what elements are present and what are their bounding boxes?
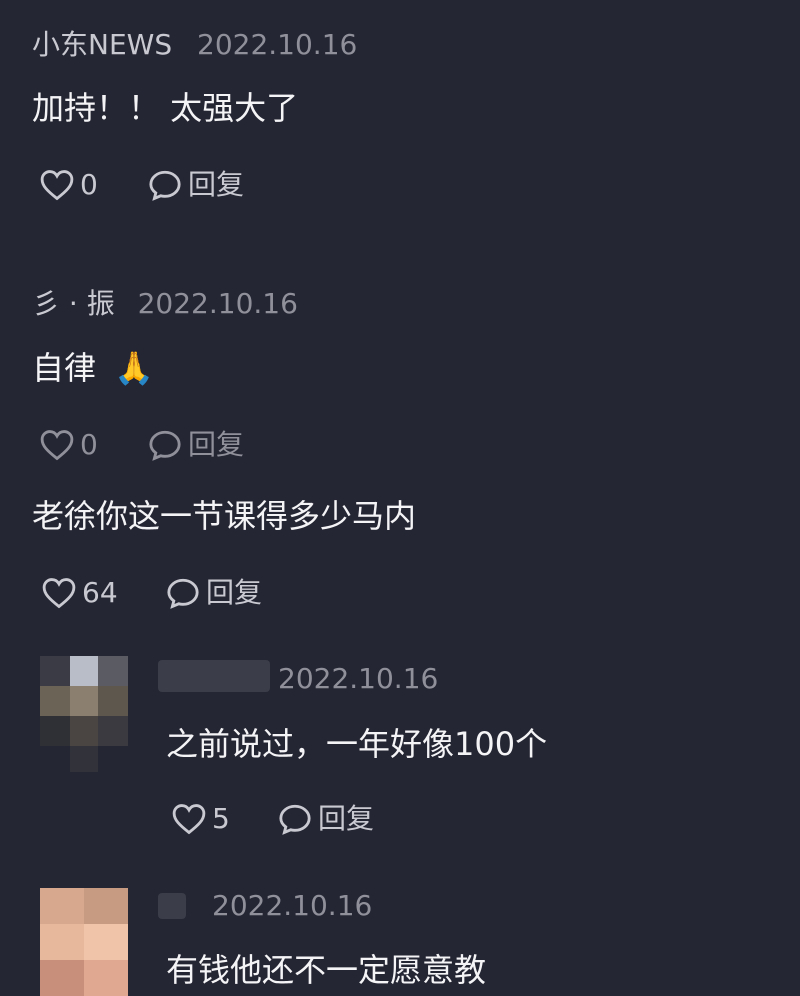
reply-date: 2022.10.16 xyxy=(212,889,373,922)
reply-date: 2022.10.16 xyxy=(278,662,439,695)
blurred-username[interactable] xyxy=(158,893,186,919)
like-count: 0 xyxy=(80,168,98,201)
reply-button[interactable]: 回复 xyxy=(148,428,244,462)
comment-bubble-icon xyxy=(167,578,199,609)
like-button[interactable]: 0 xyxy=(40,428,98,462)
like-count: 0 xyxy=(80,428,98,461)
reply-button[interactable]: 回复 xyxy=(278,802,374,836)
comment-bubble-icon xyxy=(149,170,181,201)
comment-author[interactable]: 彡 · 振 xyxy=(32,287,115,320)
heart-icon xyxy=(40,170,74,201)
praying-hands-emoji: 🙏 xyxy=(114,349,155,387)
like-button[interactable]: 5 xyxy=(172,802,230,836)
reply-label: 回复 xyxy=(188,168,245,201)
like-button[interactable]: 64 xyxy=(42,576,118,610)
comment-text: 加持！！ 太强大了 xyxy=(32,89,299,127)
blurred-username[interactable] xyxy=(158,660,270,692)
comment-1-meta: 小东NEWS 2022.10.16 xyxy=(32,28,357,62)
comment-date: 2022.10.16 xyxy=(197,28,358,61)
reply-button[interactable]: 回复 xyxy=(166,576,262,610)
reply-label: 回复 xyxy=(188,428,245,461)
like-button[interactable]: 0 xyxy=(40,168,98,202)
comment-text-row: 自律 🙏 xyxy=(32,348,154,388)
avatar[interactable] xyxy=(40,888,128,996)
like-count: 64 xyxy=(82,576,118,609)
heart-icon xyxy=(172,804,206,835)
comment-text: 老徐你这一节课得多少马内 xyxy=(32,497,417,535)
comment-2-meta: 彡 · 振 2022.10.16 xyxy=(32,287,298,321)
reply-button[interactable]: 回复 xyxy=(148,168,244,202)
comment-date: 2022.10.16 xyxy=(137,287,298,320)
comment-bubble-icon xyxy=(149,430,181,461)
reply-text: 之前说过，一年好像100个 xyxy=(166,725,548,763)
like-count: 5 xyxy=(212,802,230,835)
heart-icon xyxy=(40,430,74,461)
reply-label: 回复 xyxy=(318,802,375,835)
avatar[interactable] xyxy=(40,656,128,772)
reply-text: 有钱他还不一定愿意教 xyxy=(166,951,487,989)
reply-label: 回复 xyxy=(206,576,263,609)
comment-author[interactable]: 小东NEWS xyxy=(32,28,172,61)
comment-text: 自律 xyxy=(32,349,97,387)
comment-bubble-icon xyxy=(279,804,311,835)
heart-icon xyxy=(42,578,76,609)
